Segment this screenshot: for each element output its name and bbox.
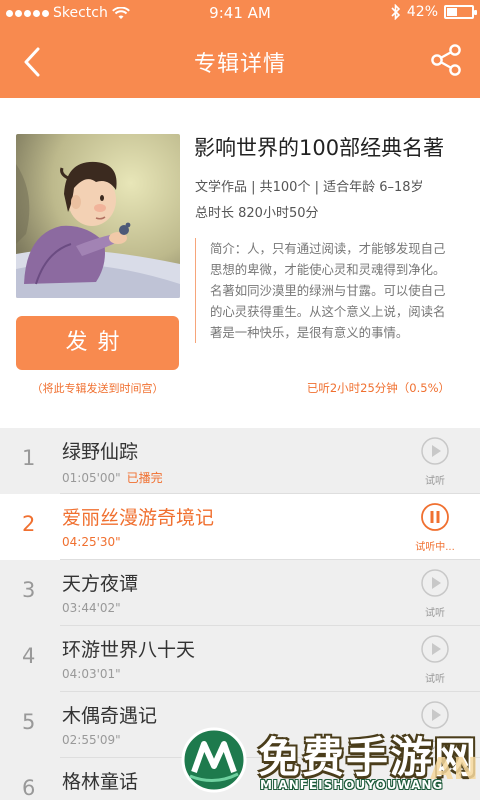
album-cover[interactable] <box>16 134 180 298</box>
track-duration: 04:03'01" <box>62 667 121 681</box>
status-bar: Skectch 9:41 AM 42% <box>0 0 480 26</box>
album-total-duration: 总时长 820小时50分 <box>195 206 319 221</box>
track-duration-value: 04:25'30" <box>62 535 121 549</box>
watermark-corner-text: AN <box>430 752 479 787</box>
track-name: 环游世界八十天 <box>62 639 196 661</box>
watermark-logo <box>181 727 247 793</box>
track-duration-value: 04:03'01" <box>62 667 121 681</box>
played-badge: 已播完 <box>126 471 163 485</box>
play-label: 试听 <box>425 608 445 619</box>
track-name: 木偶奇遇记 <box>62 705 158 727</box>
send-hint: （将此专辑发送到时间宫） <box>31 382 164 395</box>
track-duration: 04:25'30" <box>62 535 121 549</box>
battery-percent: 42% <box>406 4 438 20</box>
track-name: 爱丽丝漫游奇境记 <box>62 507 215 529</box>
track-row-active[interactable]: 2 爱丽丝漫游奇境记 04:25'30" 试听中... <box>0 494 480 560</box>
bluetooth-icon <box>391 4 401 20</box>
pause-icon <box>421 503 449 531</box>
album-description: 简介：人，只有通过阅读，才能够发现自己思想的卑微，才能使心灵和灵魂得到净化。名著… <box>195 238 455 343</box>
track-row[interactable]: 3 天方夜谭 03:44'02" 试听 <box>0 560 480 626</box>
track-duration-value: 02:55'09" <box>62 733 121 747</box>
track-name: 格林童话 <box>62 771 139 793</box>
play-icon <box>421 437 449 465</box>
play-button[interactable] <box>420 436 450 466</box>
track-number: 2 <box>22 512 36 536</box>
watermark-subtext: MIANFEISHOUYOUWANG <box>260 778 444 792</box>
pause-button[interactable] <box>420 502 450 532</box>
album-title: 影响世界的100部经典名著 <box>194 136 445 160</box>
listened-progress: 已听2小时25分钟（0.5%） <box>306 381 450 395</box>
play-icon <box>421 635 449 663</box>
send-button[interactable]: 发射 <box>16 316 179 370</box>
track-row[interactable]: 1 绿野仙踪 01:05'00" 已播完 试听 <box>0 428 480 494</box>
album-info: 影响世界的100部经典名著 文学作品 | 共100个 | 适合年龄 6–18岁 … <box>0 98 480 428</box>
track-number: 3 <box>22 578 36 602</box>
play-icon <box>421 569 449 597</box>
page-title: 专辑详情 <box>193 52 286 77</box>
track-duration: 03:44'02" <box>62 601 121 615</box>
watermark: 免费手游网 MIANFEISHOUYOUWANG AN <box>180 722 480 800</box>
track-number: 5 <box>22 710 36 734</box>
album-cover-illustration <box>16 134 180 298</box>
share-button[interactable] <box>426 40 466 80</box>
play-label: 试听 <box>425 476 445 487</box>
track-name: 天方夜谭 <box>62 573 139 595</box>
track-name: 绿野仙踪 <box>62 441 139 463</box>
play-button[interactable] <box>420 634 450 664</box>
playing-label: 试听中... <box>415 542 455 553</box>
track-number: 1 <box>22 446 36 470</box>
battery-fill <box>447 8 458 16</box>
share-icon <box>431 44 461 76</box>
track-number: 6 <box>22 776 36 800</box>
track-number: 4 <box>22 644 36 668</box>
status-right: 42% <box>391 4 477 20</box>
track-row[interactable]: 4 环游世界八十天 04:03'01" 试听 <box>0 626 480 692</box>
track-duration-value: 03:44'02" <box>62 601 121 615</box>
nav-bar: 专辑详情 <box>0 26 480 98</box>
track-duration: 02:55'09" <box>62 733 121 747</box>
play-label: 试听 <box>425 674 445 685</box>
track-duration: 01:05'00" 已播完 <box>62 469 163 486</box>
play-button[interactable] <box>420 568 450 598</box>
album-meta: 文学作品 | 共100个 | 适合年龄 6–18岁 <box>195 180 424 195</box>
battery-icon <box>444 5 477 19</box>
track-duration-value: 01:05'00" <box>62 471 121 485</box>
album-detail-screen: Skectch 9:41 AM 42% 专辑详情 影响世界的100部经典名著 文… <box>0 0 480 800</box>
